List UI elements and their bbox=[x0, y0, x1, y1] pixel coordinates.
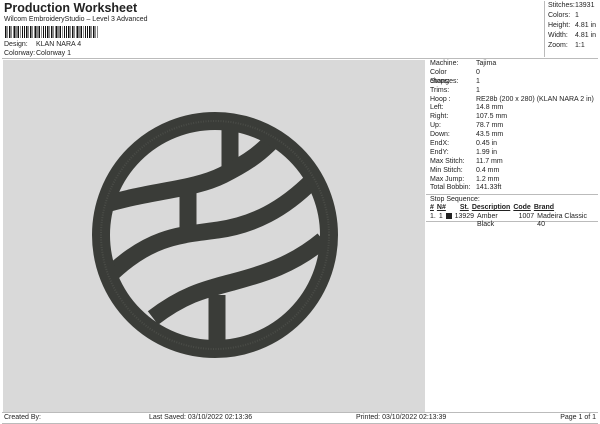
embroidery-design bbox=[92, 112, 338, 358]
stitches-label: Stitches: bbox=[548, 2, 575, 9]
detail-label: Color changes: bbox=[430, 68, 459, 85]
design-preview bbox=[3, 60, 425, 412]
detail-value: RE28b (200 x 280) (KLAN NARA 2 in) bbox=[476, 95, 594, 103]
detail-label: Stops: bbox=[430, 77, 450, 85]
color-swatch bbox=[445, 212, 452, 219]
detail-value: 1 bbox=[476, 77, 480, 85]
detail-label: Max Jump: bbox=[430, 175, 465, 183]
detail-label: Right: bbox=[430, 113, 449, 121]
footer: Created By: Last Saved: 03/10/2022 02:13… bbox=[2, 412, 598, 424]
detail-value: 107.5 mm bbox=[476, 113, 508, 121]
detail-row: Trims: 1 bbox=[426, 87, 598, 96]
detail-label: Total Bobbin: bbox=[430, 184, 471, 192]
detail-row: Max Stitch: 11.7 mm bbox=[426, 158, 598, 167]
stitches-value: 13931 bbox=[575, 2, 595, 9]
width-value: 4.81 in bbox=[575, 32, 597, 39]
summary-box: Stitches: 13931 Colors: 1 Height: 4.81 in W… bbox=[544, 1, 599, 57]
detail-label: Max Stitch: bbox=[430, 157, 465, 165]
zoom-value: 1:1 bbox=[575, 42, 585, 49]
detail-row: Up: 78.7 mm bbox=[426, 122, 598, 131]
created-by: Created By: bbox=[4, 414, 41, 421]
detail-value: 0.45 in bbox=[476, 140, 498, 148]
detail-value: 141.33ft bbox=[476, 184, 502, 192]
detail-row: Hoop : RE28b (200 x 280) (KLAN NARA 2 in) bbox=[426, 96, 598, 105]
width-label: Width: bbox=[548, 32, 568, 39]
page-title: Production Worksheet bbox=[4, 1, 138, 15]
barcode bbox=[5, 26, 98, 38]
detail-row: Max Jump: 1.2 mm bbox=[426, 176, 598, 185]
detail-value: 0.4 mm bbox=[476, 166, 500, 174]
detail-label: Left: bbox=[430, 104, 444, 112]
detail-row: Stops: 1 bbox=[426, 78, 598, 87]
detail-row: Machine: Tajima bbox=[426, 60, 598, 69]
printed-date: Printed: 03/10/2022 02:13:39 bbox=[356, 414, 447, 421]
page-number: Page 1 of 1 bbox=[560, 414, 596, 421]
detail-row: Min Stitch: 0.4 mm bbox=[426, 167, 598, 176]
software-name: Wilcom EmbroideryStudio – Level 3 Advanc… bbox=[4, 16, 148, 23]
zoom-label: Zoom: bbox=[548, 42, 568, 49]
design-name: KLAN NARA 4 bbox=[36, 41, 82, 48]
colorway-name: Colorway 1 bbox=[36, 50, 72, 57]
detail-label: EndX: bbox=[430, 140, 450, 148]
colors-value: 1 bbox=[575, 12, 579, 19]
stop-sequence-title: Stop Sequence: bbox=[426, 194, 598, 204]
detail-value: 1 bbox=[476, 86, 480, 94]
detail-row: Down: 43.5 mm bbox=[426, 131, 598, 140]
last-saved: Last Saved: 03/10/2022 02:13:36 bbox=[149, 414, 253, 421]
detail-label: Machine: bbox=[430, 60, 459, 67]
colorway-label: Colorway: bbox=[4, 50, 36, 57]
detail-label: EndY: bbox=[430, 148, 449, 156]
detail-value: Tajima bbox=[476, 60, 497, 67]
detail-label: Up: bbox=[430, 122, 441, 130]
detail-value: 43.5 mm bbox=[476, 131, 504, 139]
detail-value: 0 bbox=[476, 68, 480, 76]
detail-row: Left: 14.8 mm bbox=[426, 104, 598, 113]
height-label: Height: bbox=[548, 22, 571, 29]
detail-label: Trims: bbox=[430, 86, 450, 94]
divider bbox=[2, 58, 598, 59]
detail-row: EndY: 1.99 in bbox=[426, 149, 598, 158]
colors-label: Colors: bbox=[548, 12, 571, 19]
detail-value: 14.8 mm bbox=[476, 104, 504, 112]
height-value: 4.81 in bbox=[575, 22, 597, 29]
detail-row: Color changes: 0 bbox=[426, 68, 598, 85]
detail-value: 78.7 mm bbox=[476, 122, 504, 130]
detail-row: Right: 107.5 mm bbox=[426, 113, 598, 122]
stop-sequence-header: # N# St. Description Code Brand bbox=[430, 204, 555, 212]
detail-value: 11.7 mm bbox=[476, 157, 503, 165]
detail-label: Hoop : bbox=[430, 95, 451, 103]
detail-row: EndX: 0.45 in bbox=[426, 140, 598, 149]
detail-value: 1.2 mm bbox=[476, 175, 500, 183]
design-label: Design: bbox=[4, 41, 28, 48]
detail-row: Total Bobbin: 141.33ft bbox=[426, 184, 598, 193]
detail-value: 1.99 in bbox=[476, 148, 498, 156]
detail-label: Min Stitch: bbox=[430, 166, 463, 174]
detail-label: Down: bbox=[430, 131, 450, 139]
details-panel: Machine: Tajima Color changes: 0 Stops: 1 Trim… bbox=[426, 60, 598, 229]
stop-sequence-row: 1. 1 13929 Amber Black 1007 Madeira Classic 4… bbox=[430, 212, 587, 229]
